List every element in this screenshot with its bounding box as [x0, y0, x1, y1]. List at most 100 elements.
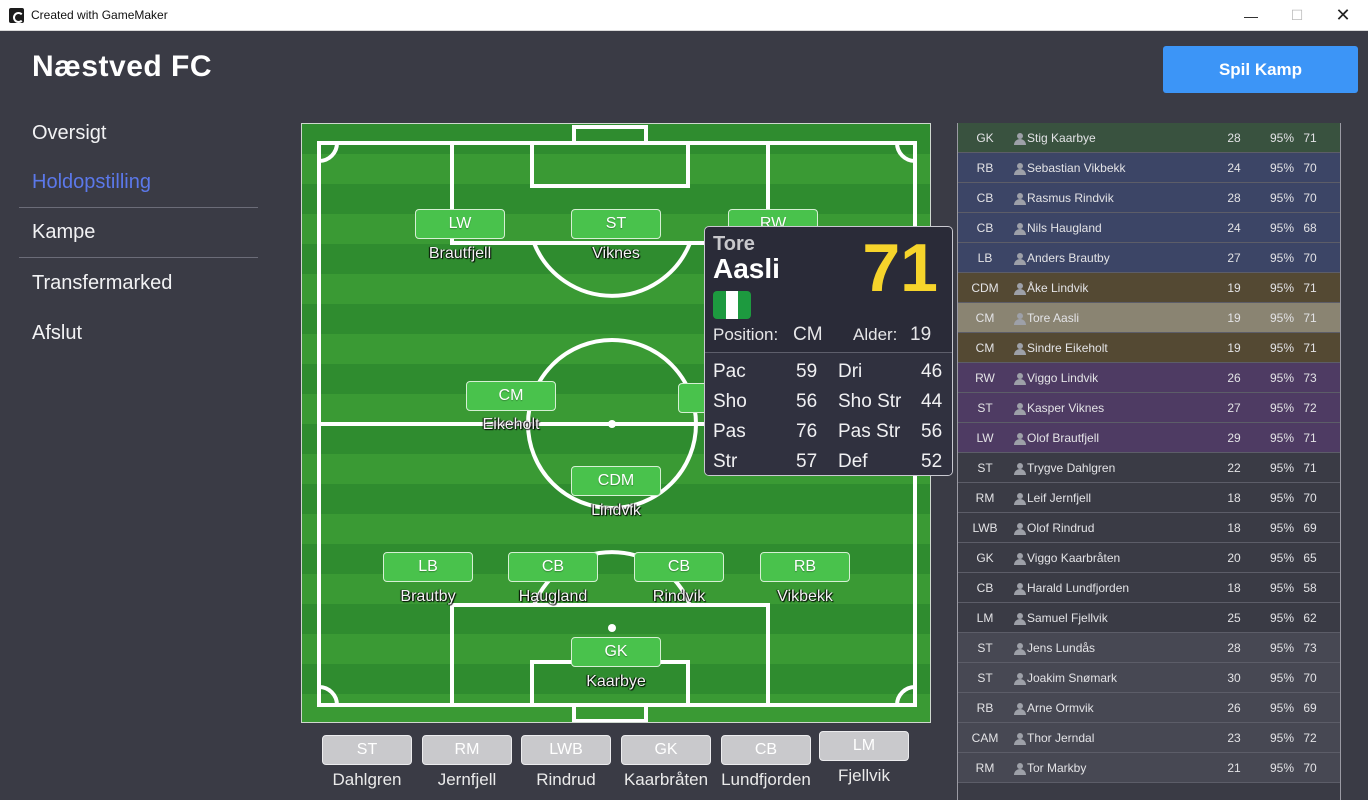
bench-slot[interactable]: RM: [422, 735, 512, 765]
squad-row-age: 24: [1227, 221, 1241, 235]
player-position: CM: [793, 324, 823, 345]
squad-row[interactable]: LB Anders Brautby 27 95% 70: [958, 243, 1340, 273]
squad-row-position: RB: [976, 701, 994, 715]
nav-item-afslut[interactable]: Afslut: [19, 308, 258, 358]
player-stats: Pac 59 Dri 46 Sho 56 Sho Str 44 Pas 76 P…: [705, 352, 952, 475]
squad-row[interactable]: LM Samuel Fjellvik 25 95% 62: [958, 603, 1340, 633]
bench-slot[interactable]: LWB: [521, 735, 611, 765]
lineup-slot-cb-2[interactable]: CB: [634, 552, 724, 582]
bench-slot[interactable]: GK: [621, 735, 711, 765]
squad-row-fitness: 95%: [1269, 341, 1295, 355]
squad-row-fitness: 95%: [1269, 251, 1295, 265]
squad-row[interactable]: GK Stig Kaarbye 28 95% 71: [958, 123, 1340, 153]
stat-value: 57: [796, 451, 818, 472]
squad-row-age: 18: [1227, 521, 1241, 535]
squad-row-rating: 71: [1303, 431, 1317, 445]
squad-row[interactable]: ST Jens Lundås 28 95% 73: [958, 633, 1340, 663]
squad-list[interactable]: GK Stig Kaarbye 28 95% 71 RB Sebastian Vikbekk…: [957, 123, 1341, 800]
minimize-icon[interactable]: —: [1228, 0, 1274, 31]
squad-row-position: LW: [976, 431, 994, 445]
squad-row[interactable]: RM Tor Markby 21 95% 70: [958, 753, 1340, 783]
lineup-player-name: Viknes: [592, 245, 640, 262]
squad-row-name: Harald Lundfjorden: [1027, 581, 1130, 595]
player-icon: [1014, 223, 1026, 235]
squad-row-age: 27: [1227, 251, 1241, 265]
squad-row[interactable]: CB Nils Haugland 24 95% 68: [958, 213, 1340, 243]
lineup-slot-lb[interactable]: LB: [383, 552, 473, 582]
lineup-slot-gk[interactable]: GK: [571, 637, 661, 667]
lineup-slot-rb[interactable]: RB: [760, 552, 850, 582]
squad-row-age: 20: [1227, 551, 1241, 565]
squad-row-position: ST: [977, 401, 993, 415]
player-info-row: Position: CM Alder: 19: [713, 324, 945, 347]
squad-row-name: Kasper Viknes: [1027, 401, 1105, 415]
lineup-slot-st[interactable]: ST: [571, 209, 661, 239]
squad-row[interactable]: RW Viggo Lindvik 26 95% 73: [958, 363, 1340, 393]
club-name: Næstved FC: [32, 50, 213, 83]
squad-row[interactable]: ST Joakim Snømark 30 95% 70: [958, 663, 1340, 693]
nav-item-holdopstilling[interactable]: Holdopstilling: [19, 158, 258, 208]
squad-row-fitness: 95%: [1269, 191, 1295, 205]
lineup-player-name: Brautby: [400, 588, 456, 605]
squad-row-fitness: 95%: [1269, 671, 1295, 685]
squad-row-rating: 70: [1303, 161, 1317, 175]
squad-row-position: RB: [976, 161, 994, 175]
player-icon: [1014, 373, 1026, 385]
squad-row[interactable]: RB Sebastian Vikbekk 24 95% 70: [958, 153, 1340, 183]
player-icon: [1014, 493, 1026, 505]
lineup-slot-cm[interactable]: CM: [466, 381, 556, 411]
squad-row[interactable]: LWB Olof Rindrud 18 95% 69: [958, 513, 1340, 543]
squad-row[interactable]: ST Trygve Dahlgren 22 95% 71: [958, 453, 1340, 483]
position-label: Position:: [713, 325, 779, 344]
play-match-button[interactable]: Spil Kamp: [1163, 46, 1358, 93]
squad-row-position: RM: [975, 761, 995, 775]
squad-row-age: 28: [1227, 191, 1241, 205]
squad-row[interactable]: LW Olof Brautfjell 29 95% 71: [958, 423, 1340, 453]
lineup-player-name: Vikbekk: [777, 588, 833, 605]
squad-row-rating: 70: [1303, 191, 1317, 205]
squad-row-rating: 70: [1303, 761, 1317, 775]
squad-row[interactable]: CM Sindre Eikeholt 19 95% 71: [958, 333, 1340, 363]
squad-row[interactable]: CDM Åke Lindvik 19 95% 71: [958, 273, 1340, 303]
squad-row[interactable]: ST Kasper Viknes 27 95% 72: [958, 393, 1340, 423]
bench-slot[interactable]: LM: [819, 731, 909, 761]
bench-slot[interactable]: ST: [322, 735, 412, 765]
squad-row-name: Sebastian Vikbekk: [1027, 161, 1126, 175]
squad-row-age: 22: [1227, 461, 1241, 475]
stat-value: 56: [796, 391, 818, 412]
squad-row-age: 18: [1227, 581, 1241, 595]
squad-row[interactable]: RB Arne Ormvik 26 95% 69: [958, 693, 1340, 723]
squad-row[interactable]: RM Leif Jernfjell 18 95% 70: [958, 483, 1340, 513]
squad-row-position: CM: [975, 311, 995, 325]
squad-row-position: GK: [976, 551, 994, 565]
squad-row-rating: 70: [1303, 251, 1317, 265]
stat-value: 76: [796, 421, 818, 442]
squad-row-age: 29: [1227, 431, 1241, 445]
squad-row[interactable]: CB Rasmus Rindvik 28 95% 70: [958, 183, 1340, 213]
squad-row-rating: 69: [1303, 521, 1317, 535]
squad-row[interactable]: CM Tore Aasli 19 95% 71: [958, 303, 1340, 333]
squad-row-rating: 71: [1303, 281, 1317, 295]
lineup-slot-cb[interactable]: CB: [508, 552, 598, 582]
squad-row-position: LM: [976, 611, 994, 625]
nav-item-kampe[interactable]: Kampe: [19, 208, 258, 258]
lineup-slot-cdm[interactable]: CDM: [571, 466, 661, 496]
maximize-icon[interactable]: ☐: [1274, 0, 1320, 31]
squad-row[interactable]: CAM Thor Jerndal 23 95% 72: [958, 723, 1340, 753]
squad-row-rating: 70: [1303, 491, 1317, 505]
player-icon: [1014, 133, 1026, 145]
nav-item-oversigt[interactable]: Oversigt: [19, 108, 258, 158]
squad-row-name: Tor Markby: [1027, 761, 1087, 775]
squad-row-fitness: 95%: [1269, 761, 1295, 775]
nav-item-transfermarked[interactable]: Transfermarked: [19, 258, 258, 308]
squad-row-position: CAM: [971, 731, 999, 745]
squad-row-age: 24: [1227, 161, 1241, 175]
close-icon[interactable]: ✕: [1320, 0, 1366, 31]
squad-row[interactable]: CB Harald Lundfjorden 18 95% 58: [958, 573, 1340, 603]
bench-slot[interactable]: CB: [721, 735, 811, 765]
squad-row-fitness: 95%: [1269, 281, 1295, 295]
lineup-slot-lw[interactable]: LW: [415, 209, 505, 239]
stat-label: Sho: [713, 391, 747, 412]
squad-row[interactable]: GK Viggo Kaarbråten 20 95% 65: [958, 543, 1340, 573]
squad-row-position: CB: [976, 221, 994, 235]
